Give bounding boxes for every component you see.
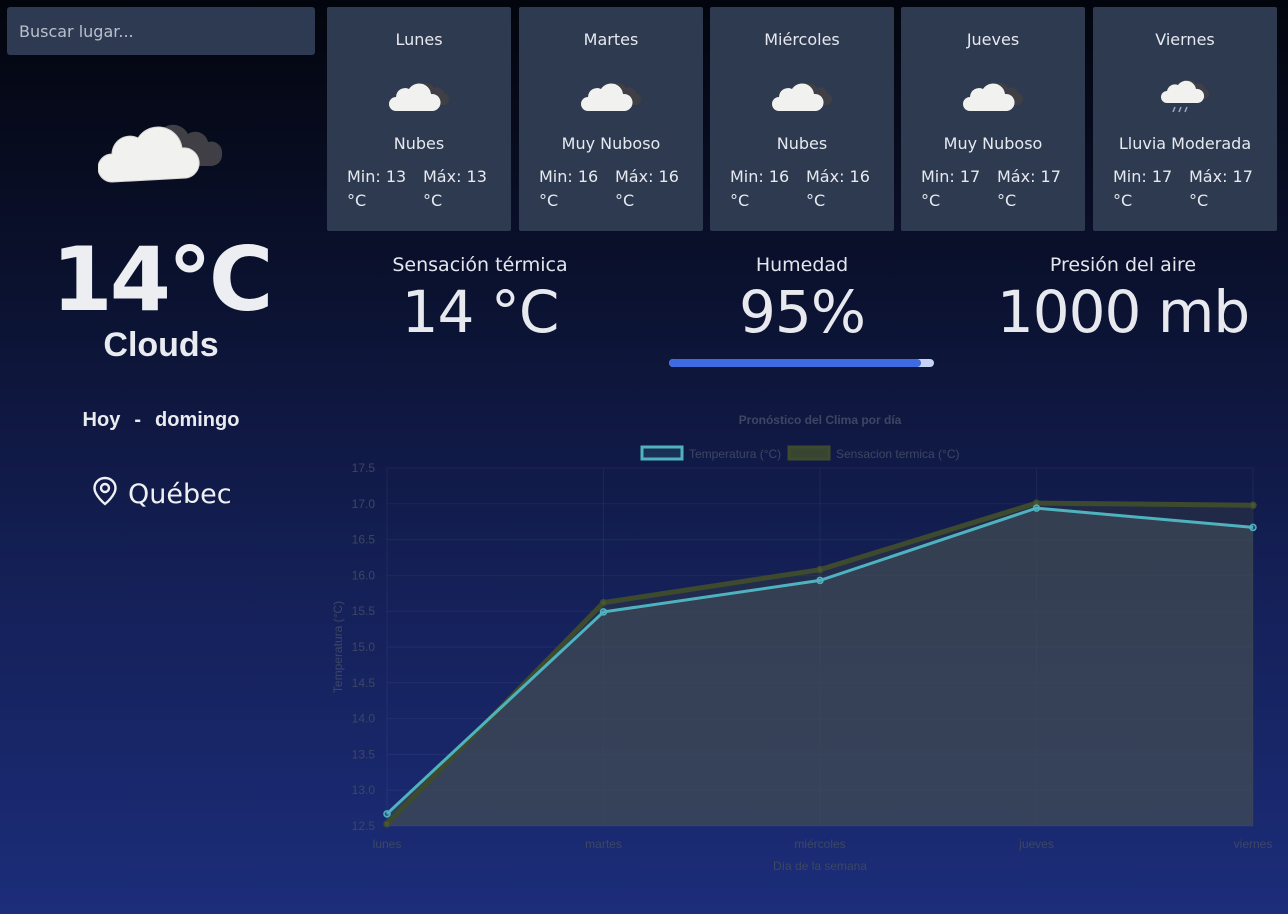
forecast-max: Máx: 13 °C — [423, 167, 487, 210]
forecast-max: Máx: 17 °C — [997, 167, 1061, 210]
humidity-stat: Humedad 95% — [652, 254, 952, 346]
legend-swatch — [640, 445, 684, 461]
clouds-icon — [327, 73, 511, 117]
chart-title: Pronóstico del Clima por día — [739, 413, 902, 427]
data-point — [383, 810, 391, 818]
humidity-progress-fill — [669, 359, 921, 367]
forecast-day: Miércoles — [764, 30, 840, 49]
forecast-card: Jueves Muy Nuboso Min: 17 °C Máx: 17 °C — [901, 7, 1085, 231]
data-point — [1249, 523, 1257, 532]
y-axis-label: Temperatura (°C) — [331, 601, 345, 693]
humidity-progress-bar — [669, 359, 934, 367]
rain-cloud-icon — [1093, 73, 1277, 117]
data-point — [383, 820, 391, 828]
x-tick-label: viernes — [1234, 837, 1273, 851]
forecast-card: Miércoles Nubes Min: 16 °C Máx: 16 °C — [710, 7, 894, 231]
forecast-description: Lluvia Moderada — [1118, 134, 1252, 153]
location-name: Québec — [128, 479, 232, 510]
location-pin-icon — [92, 476, 118, 513]
forecast-card: Viernes Lluvia Moderada Min: 17 °C Máx: … — [1093, 7, 1277, 231]
forecast-min: Min: 13 °C — [347, 167, 407, 210]
search-input[interactable] — [7, 7, 315, 55]
pressure-stat: Presión del aire 1000 mb — [973, 254, 1273, 346]
data-point — [599, 608, 608, 616]
forecast-day: Jueves — [966, 30, 1020, 49]
forecast-day: Lunes — [395, 30, 443, 49]
y-tick-label: 14.5 — [352, 676, 376, 690]
y-tick-label: 16.0 — [352, 568, 376, 582]
feels-like-stat: Sensación térmica 14 °C — [330, 254, 630, 346]
y-tick-label: 17.5 — [352, 461, 376, 475]
clouds-icon — [519, 73, 703, 117]
forecast-max: Máx: 16 °C — [615, 167, 679, 210]
forecast-min: Min: 16 °C — [730, 167, 790, 210]
forecast-description: Nubes — [393, 134, 445, 153]
forecast-line-chart: Pronóstico del Clima por día Temperatura … — [331, 413, 1273, 873]
data-point — [1032, 504, 1041, 512]
y-tick-label: 17.0 — [352, 497, 376, 511]
today-separator: - — [134, 409, 142, 431]
clouds-icon — [97, 100, 228, 190]
x-tick-label: jueves — [1018, 837, 1054, 851]
forecast-description: Nubes — [776, 134, 828, 153]
pressure-value: 1000 mb — [996, 278, 1250, 346]
current-temperature: 14°C — [51, 228, 273, 331]
humidity-value: 95% — [739, 278, 866, 346]
y-tick-label: 12.5 — [352, 819, 376, 833]
data-point — [1249, 501, 1257, 509]
location: Québec — [92, 476, 232, 513]
forecast-max: Máx: 17 °C — [1189, 167, 1253, 210]
y-tick-label: 16.5 — [352, 533, 376, 547]
data-point — [816, 565, 824, 574]
forecast-day: Martes — [583, 30, 639, 49]
forecast-min: Min: 16 °C — [539, 167, 599, 210]
forecast-card: Lunes Nubes Min: 13 °C Máx: 13 °C — [327, 7, 511, 231]
legend-label: Temperatura (°C) — [689, 447, 781, 461]
forecast-card: Martes Muy Nuboso Min: 16 °C Máx: 16 °C — [519, 7, 703, 231]
y-tick-label: 13.0 — [352, 783, 376, 797]
clouds-icon — [901, 73, 1085, 117]
today-label: Hoy - domingo — [0, 409, 322, 432]
feels-like-value: 14 °C — [401, 278, 560, 346]
today-text: Hoy — [82, 409, 121, 431]
pressure-label: Presión del aire — [1049, 254, 1197, 276]
weekday-text: domingo — [155, 409, 240, 431]
legend-swatch — [787, 445, 831, 461]
x-tick-label: miércoles — [794, 837, 845, 851]
forecast-min: Min: 17 °C — [1113, 167, 1173, 210]
humidity-label: Humedad — [755, 254, 849, 276]
data-point — [816, 576, 824, 585]
y-tick-label: 13.5 — [352, 747, 376, 761]
clouds-icon — [710, 73, 894, 117]
forecast-max: Máx: 16 °C — [806, 167, 870, 210]
x-axis-label: Día de la semana — [773, 859, 867, 873]
current-description: Clouds — [103, 326, 219, 364]
forecast-min: Min: 17 °C — [921, 167, 981, 210]
data-point — [599, 598, 608, 607]
y-tick-label: 14.0 — [352, 712, 376, 726]
y-tick-label: 15.0 — [352, 640, 376, 654]
legend-label: Sensacion termica (°C) — [836, 447, 960, 461]
forecast-day: Viernes — [1155, 30, 1215, 49]
x-tick-label: martes — [585, 837, 622, 851]
feels-like-label: Sensación térmica — [392, 254, 568, 276]
forecast-description: Muy Nuboso — [561, 134, 661, 153]
forecast-description: Muy Nuboso — [943, 134, 1043, 153]
y-tick-label: 15.5 — [352, 604, 376, 618]
x-tick-label: lunes — [373, 837, 402, 851]
